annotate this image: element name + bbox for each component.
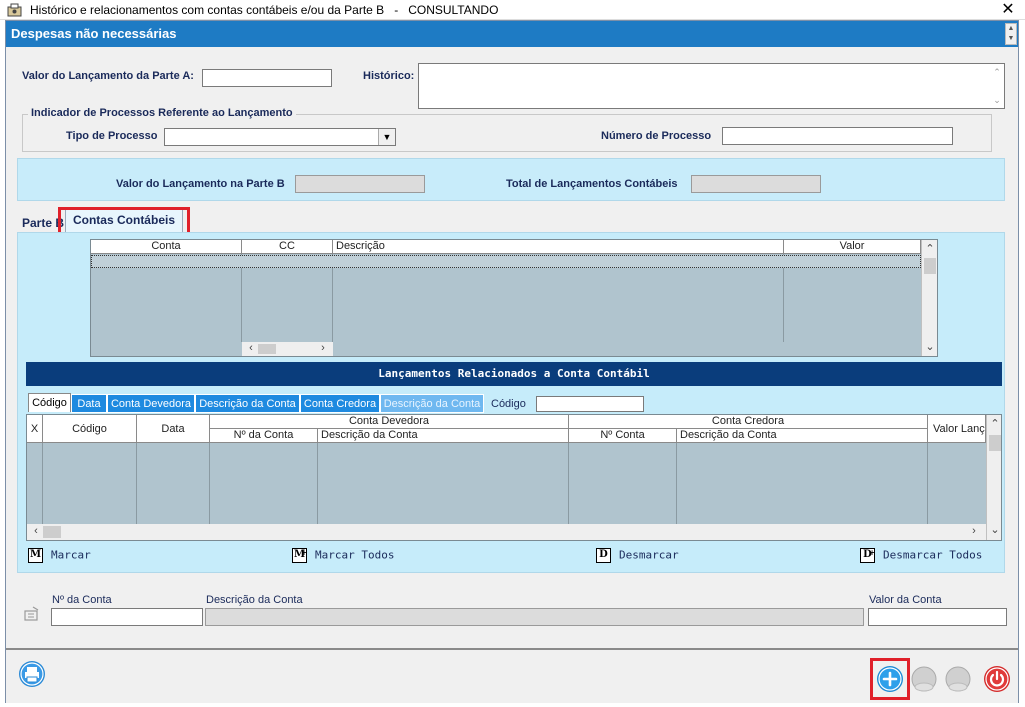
dialog-footer [6,648,1018,706]
related-entries-grid[interactable]: X Código Data Conta Devedora Conta Credo… [26,414,1002,541]
codigo-search-input[interactable] [536,396,644,412]
edit-icon [24,606,39,621]
related-vscroll[interactable]: ⌃ ⌄ [986,415,1001,540]
col-header-valor[interactable]: Valor [784,240,921,254]
grid-column [677,443,928,524]
numero-processo-input[interactable] [722,127,953,145]
valor-conta-label: Valor da Conta [869,594,942,606]
grid-column [210,443,318,524]
col-header-conta[interactable]: Conta [91,240,242,254]
historico-label: Histórico: [363,70,415,82]
grid-column [569,443,677,524]
col-header-descricao[interactable]: Descrição [333,240,784,254]
chevron-down-icon[interactable]: ▼ [378,129,395,145]
related-entries-title: Lançamentos Relacionados a Conta Contábi… [26,362,1002,386]
header-scroll-control[interactable]: ▲ ▼ [1005,23,1017,45]
col-header-valor-lanc[interactable]: Valor Lanç [928,415,986,443]
disabled-action-icon [945,666,971,692]
indicador-group-label: Indicador de Processos Referente ao Lanç… [28,107,296,119]
selected-row[interactable] [91,255,921,268]
valor-conta-input[interactable] [868,608,1007,626]
col-header-numero-conta-credora[interactable]: Nº Conta [569,429,677,443]
grid-column [43,443,137,524]
col-header-cc[interactable]: CC [242,240,333,254]
subtab-conta-credora[interactable]: Conta Credora [300,394,380,413]
tipo-processo-label: Tipo de Processo [66,130,158,142]
related-hscroll[interactable]: ‹ › [27,524,986,540]
subtab-descricao-credora[interactable]: Descrição da Conta [380,394,484,413]
disabled-action-icon [911,666,937,692]
col-header-descricao-devedora[interactable]: Descrição da Conta [318,429,569,443]
desmarcar-key-icon: D [596,548,611,563]
marcar-button[interactable]: M Marcar [28,548,91,563]
window-titlebar: Histórico e relacionamentos com contas c… [0,0,1025,20]
power-icon[interactable] [983,665,1011,693]
numero-processo-label: Número de Processo [601,130,712,142]
total-lancamentos-input [691,175,821,193]
window-title: Histórico e relacionamentos com contas c… [30,3,499,17]
historico-textarea[interactable] [418,63,1005,109]
grid-column [137,443,210,524]
status-bar [0,703,1025,707]
tipo-processo-select[interactable]: ▼ [164,128,396,146]
desmarcar-label: Desmarcar [619,548,679,562]
subtab-data[interactable]: Data [71,394,107,413]
valor-parte-a-label: Valor do Lançamento da Parte A: [22,70,194,82]
descricao-conta-label: Descrição da Conta [206,594,303,606]
col-header-conta-devedora[interactable]: Conta Devedora [210,415,569,429]
total-lancamentos-label: Total de Lançamentos Contábeis [506,178,678,190]
accounts-grid[interactable]: Conta CC Descrição Valor ⌃ ⌄ ‹ › [90,239,938,357]
valor-parte-a-input[interactable] [202,69,332,87]
grid-column [318,443,569,524]
marcar-key-icon: M [28,548,43,563]
app-icon [7,3,22,17]
col-header-conta-credora[interactable]: Conta Credora [569,415,928,429]
marcar-todos-key-icon: M + [292,548,307,563]
numero-conta-input[interactable] [51,608,203,626]
desmarcar-todos-key-icon: D + [860,548,875,563]
historico-scroll[interactable]: ⌃ ⌄ [991,65,1003,107]
subtab-codigo[interactable]: Código [28,393,71,412]
dialog-header: Despesas não necessárias ▲ ▼ [6,21,1018,47]
desmarcar-todos-label: Desmarcar Todos [883,548,983,562]
numero-conta-label: Nº da Conta [52,594,112,606]
add-icon[interactable] [876,665,904,693]
descricao-conta-input [205,608,864,626]
dialog: Despesas não necessárias ▲ ▼ Valor do Lan… [5,20,1019,707]
valor-parte-b-input [295,175,425,193]
accounts-hscroll[interactable]: ‹ › [242,342,333,356]
dialog-title: Despesas não necessárias [11,26,177,41]
desmarcar-todos-button[interactable]: D + Desmarcar Todos [860,548,982,563]
marcar-todos-label: Marcar Todos [315,548,395,562]
background-app-right [1019,20,1025,707]
desmarcar-button[interactable]: D Desmarcar [596,548,679,563]
accounts-vscroll[interactable]: ⌃ ⌄ [921,240,937,356]
grid-column [27,443,43,524]
col-header-numero-conta-devedora[interactable]: Nº da Conta [210,429,318,443]
valor-parte-b-label: Valor do Lançamento na Parte B [116,178,285,190]
col-header-x[interactable]: X [27,415,43,443]
close-icon[interactable]: ✕ [998,0,1018,20]
marcar-todos-button[interactable]: M + Marcar Todos [292,548,394,563]
col-header-data[interactable]: Data [137,415,210,443]
codigo-search-label: Código [491,398,526,410]
subtab-descricao-devedora[interactable]: Descrição da Conta [195,394,300,413]
col-header-descricao-credora[interactable]: Descrição da Conta [677,429,928,443]
print-icon[interactable] [18,660,46,688]
subtab-conta-devedora[interactable]: Conta Devedora [107,394,195,413]
marcar-label: Marcar [51,548,91,562]
col-header-codigo[interactable]: Código [43,415,137,443]
